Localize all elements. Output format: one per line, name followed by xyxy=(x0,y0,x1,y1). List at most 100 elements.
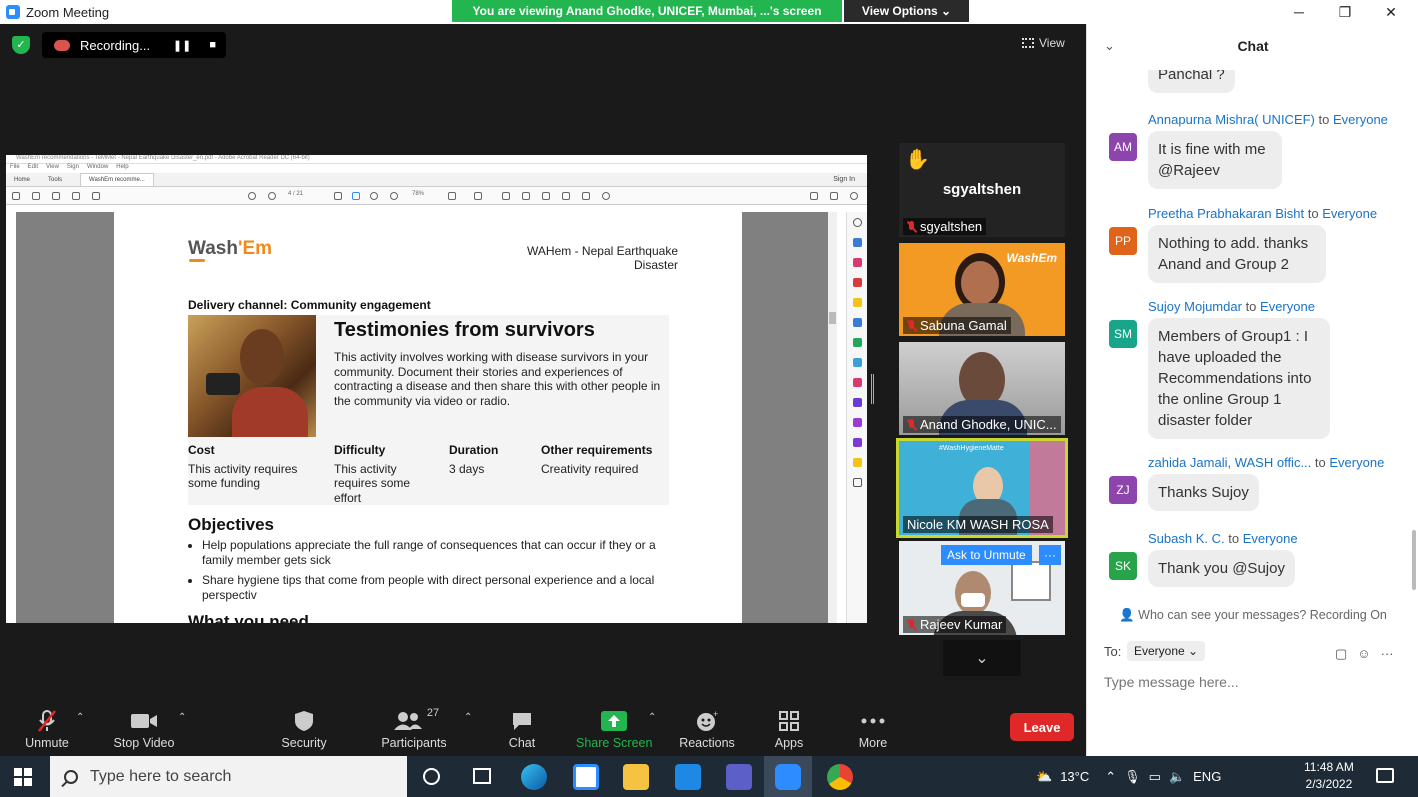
sign-icon[interactable] xyxy=(852,438,862,447)
rotate-icon[interactable] xyxy=(602,192,610,200)
comment-icon[interactable] xyxy=(502,192,510,200)
chat-message-input[interactable] xyxy=(1104,674,1404,690)
audio-options-caret[interactable]: ⌃ xyxy=(76,712,84,723)
sign-in-link[interactable]: Sign In xyxy=(833,176,855,183)
participants-button[interactable]: 27 Participants xyxy=(378,707,450,750)
taskbar-search-box[interactable]: Type here to search xyxy=(50,756,407,797)
share-icon[interactable] xyxy=(810,192,818,200)
show-hidden-icons-icon[interactable]: ⌃ xyxy=(1105,769,1116,785)
menu-window[interactable]: Window xyxy=(87,164,108,173)
emoji-icon[interactable]: ☺ xyxy=(1357,646,1370,662)
menu-file[interactable]: File xyxy=(10,164,20,173)
participant-tile[interactable]: Ask to Unmute ··· Rajeev Kumar xyxy=(899,541,1065,635)
save-icon[interactable] xyxy=(12,192,20,200)
tab-home[interactable]: Home xyxy=(14,177,30,183)
star-icon[interactable] xyxy=(32,192,40,200)
volume-icon[interactable]: 🔈 xyxy=(1169,769,1185,785)
participants-caret[interactable]: ⌃ xyxy=(464,712,472,723)
more-options-icon[interactable]: ··· xyxy=(1381,646,1394,662)
network-icon[interactable]: ▭ xyxy=(1149,769,1161,785)
share-options-caret[interactable]: ⌃ xyxy=(648,712,656,723)
edit-pdf-icon[interactable] xyxy=(852,258,862,267)
search-icon[interactable] xyxy=(92,192,100,200)
chat-message-list[interactable]: Panchal ? Annapurna Mishra( UNICEF) to E… xyxy=(1087,70,1418,600)
combine-icon[interactable] xyxy=(852,318,862,327)
ask-to-unmute-button[interactable]: Ask to Unmute xyxy=(941,545,1032,565)
security-button[interactable]: Security xyxy=(278,708,330,750)
avatar[interactable]: ZJ xyxy=(1109,476,1137,504)
page-down-icon[interactable] xyxy=(268,192,276,200)
more-tools-icon[interactable] xyxy=(852,458,862,467)
pause-recording-button[interactable]: ❚❚ xyxy=(173,39,191,52)
profile-icon[interactable] xyxy=(850,192,858,200)
security-shield-icon[interactable]: ✓ xyxy=(12,36,30,54)
view-layout-button[interactable]: View xyxy=(1022,36,1065,50)
redact-icon[interactable] xyxy=(852,418,862,427)
recipient-dropdown[interactable]: Everyone ⌄ xyxy=(1127,641,1206,661)
hand-tool-icon[interactable] xyxy=(352,192,360,200)
store-icon[interactable] xyxy=(573,764,599,790)
weather-temp[interactable]: 13°C xyxy=(1060,769,1089,784)
reactions-button[interactable]: + Reactions xyxy=(678,708,736,750)
document-scrollbar[interactable] xyxy=(828,212,837,623)
create-pdf-icon[interactable] xyxy=(852,278,862,287)
minimize-button[interactable]: ─ xyxy=(1276,0,1322,24)
organize-icon[interactable] xyxy=(852,338,862,347)
unmute-button[interactable]: Unmute xyxy=(22,708,72,750)
microphone-icon[interactable]: 🎙 xyxy=(1124,769,1141,785)
print-icon[interactable] xyxy=(72,192,80,200)
task-view-icon[interactable] xyxy=(473,768,491,784)
view-options-button[interactable]: View Options ⌄ xyxy=(844,0,969,22)
avatar[interactable]: SM xyxy=(1109,320,1137,348)
page-number-field[interactable]: 4 / 21 xyxy=(288,191,303,197)
delete-icon[interactable] xyxy=(582,192,590,200)
page-up-icon[interactable] xyxy=(248,192,256,200)
highlight-icon[interactable] xyxy=(522,192,530,200)
share-screen-button[interactable]: Share Screen xyxy=(576,708,652,750)
avatar[interactable]: SK xyxy=(1109,552,1137,580)
file-explorer-icon[interactable] xyxy=(623,764,649,790)
weather-icon[interactable]: ⛅ xyxy=(1036,769,1052,785)
protect-icon[interactable] xyxy=(852,398,862,407)
stamp-icon[interactable] xyxy=(562,192,570,200)
menu-view[interactable]: View xyxy=(46,164,59,173)
tile-more-button[interactable]: ··· xyxy=(1039,545,1061,565)
upload-icon[interactable] xyxy=(52,192,60,200)
avatar[interactable]: PP xyxy=(1109,227,1137,255)
stop-recording-button[interactable]: ■ xyxy=(209,39,216,52)
avatar[interactable]: AM xyxy=(1109,133,1137,161)
taskbar-clock[interactable]: 11:48 AM 2/3/2022 xyxy=(1304,759,1354,793)
message-visibility-link[interactable]: 👤 Who can see your messages? Recording O… xyxy=(1087,608,1418,623)
notifications-icon[interactable] xyxy=(1376,768,1394,783)
search-icon[interactable] xyxy=(852,218,862,227)
zoom-taskbar-active[interactable] xyxy=(764,756,812,797)
select-tool-icon[interactable] xyxy=(334,192,342,200)
tiles-scroll-down-button[interactable]: ⌄ xyxy=(943,640,1021,676)
panel-resize-handle[interactable] xyxy=(871,374,874,404)
participant-tile[interactable]: WashEm Sabuna Gamal xyxy=(899,243,1065,336)
export-pdf-icon[interactable] xyxy=(852,238,862,247)
more-button[interactable]: More xyxy=(854,708,892,750)
participant-tile[interactable]: ✋ sgyaltshen sgyaltshen xyxy=(899,143,1065,237)
video-options-caret[interactable]: ⌃ xyxy=(178,712,186,723)
close-button[interactable]: ✕ xyxy=(1368,0,1414,24)
zoom-in-icon[interactable] xyxy=(390,192,398,200)
menu-help[interactable]: Help xyxy=(116,164,128,173)
tab-tools[interactable]: Tools xyxy=(48,177,62,183)
document-area[interactable]: Wash'Em WAHem - Nepal Earthquake Disaste… xyxy=(16,212,837,623)
maximize-button[interactable]: ❐ xyxy=(1322,0,1368,24)
language-indicator[interactable]: ENG xyxy=(1193,769,1221,784)
settings-icon[interactable] xyxy=(852,478,862,487)
chat-scrollbar[interactable] xyxy=(1412,70,1416,600)
windows-start-icon[interactable] xyxy=(14,768,32,786)
chat-button[interactable]: Chat xyxy=(504,708,540,750)
teams-icon[interactable] xyxy=(726,764,752,790)
menu-sign[interactable]: Sign xyxy=(67,164,79,173)
chrome-icon[interactable] xyxy=(827,764,853,790)
tab-document[interactable]: WashEm recomme... xyxy=(80,173,154,186)
draw-icon[interactable] xyxy=(542,192,550,200)
email-icon[interactable] xyxy=(830,192,838,200)
comment-icon[interactable] xyxy=(852,298,862,307)
leave-button[interactable]: Leave xyxy=(1010,713,1074,741)
zoom-level[interactable]: 78% xyxy=(412,191,424,197)
